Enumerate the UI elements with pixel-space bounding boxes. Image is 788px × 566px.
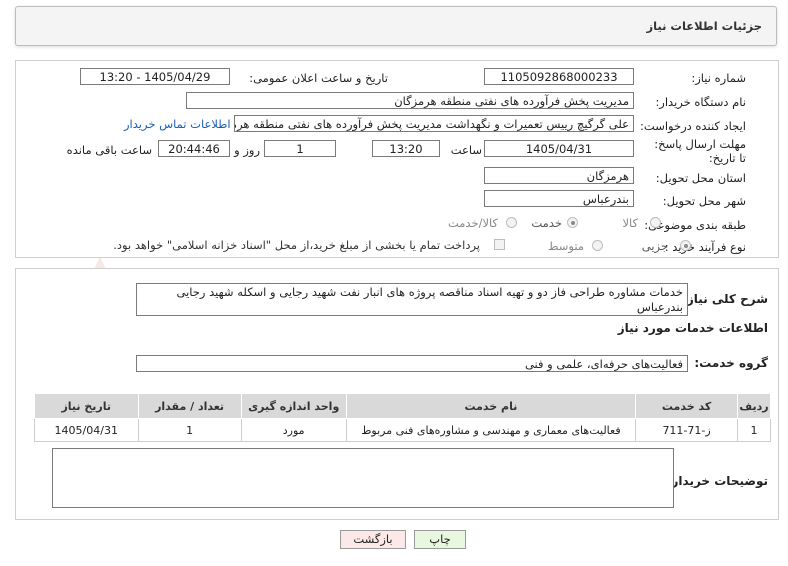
announce-datetime-field[interactable]: 1405/04/29 - 13:20 [80,68,230,85]
buyer-org-label: نام دستگاه خریدار: [655,95,746,109]
col-header-service-name: نام خدمت [345,393,637,419]
col-header-row-number: ردیف [737,393,771,419]
col-header-unit: واحد اندازه گیری [240,393,347,419]
deadline-date-field[interactable]: 1405/04/31 [484,140,634,157]
purchase-type-minor-label: جزیی [641,239,668,253]
back-button[interactable]: بازگشت [340,530,406,549]
need-number-field[interactable]: 1105092868000233 [484,68,634,85]
table-row: 1 ز-71-711 فعالیت‌های معماری و مهندسی و … [34,418,771,442]
need-number-label: شماره نیاز: [691,71,746,85]
cell-row-number: 1 [737,418,771,442]
category-goods-radio[interactable] [650,217,661,228]
summary-label: شرح کلی نیاز: [682,292,768,306]
category-service-radio[interactable] [567,217,578,228]
services-table: ردیف کد خدمت نام خدمت واحد اندازه گیری ت… [34,393,771,442]
summary-field[interactable]: خدمات مشاوره طراحی فاز دو و تهیه اسناد م… [136,283,688,316]
category-goods-label: کالا [622,216,638,230]
treasury-note: پرداخت تمام یا بخشی از مبلغ خرید،از محل … [113,238,480,252]
buyer-notes-field[interactable] [52,448,674,508]
print-button[interactable]: چاپ [414,530,466,549]
remaining-time-field[interactable]: 20:44:46 [158,140,230,157]
announce-datetime-label: تاریخ و ساعت اعلان عمومی: [249,71,388,85]
deadline-time-field[interactable]: 13:20 [372,140,440,157]
cell-quantity: 1 [137,418,242,442]
buyer-org-field[interactable]: مدیریت پخش فرآورده های نفتی منطقه هرمزگا… [186,92,634,109]
cell-need-date: 1405/04/31 [34,418,139,442]
buyer-contact-link[interactable]: اطلاعات تماس خریدار [124,117,231,131]
cell-service-code: ز-71-711 [635,418,739,442]
category-goods-service-label: کالا/خدمت [447,216,498,230]
purchase-type-label: نوع فرآیند خرید : [664,240,746,254]
purchase-type-medium-label: متوسط [547,239,584,253]
requester-field[interactable]: علی گرگیچ رییس تعمیرات و نگهداشت مدیریت … [234,115,634,132]
page-header: جزئیات اطلاعات نیاز [15,6,777,46]
purchase-type-minor-radio[interactable] [680,240,691,251]
treasury-checkbox[interactable] [494,239,505,250]
col-header-service-code: کد خدمت [635,393,739,419]
purchase-type-medium-radio[interactable] [592,240,603,251]
deadline-time-label: ساعت [450,143,482,157]
province-field[interactable]: هرمزگان [484,167,634,184]
services-heading: اطلاعات خدمات مورد نیاز [617,321,768,335]
city-field[interactable]: بندرعباس [484,190,634,207]
days-label: روز و [234,143,260,157]
services-table-header-row: ردیف کد خدمت نام خدمت واحد اندازه گیری ت… [34,393,771,419]
service-group-label: گروه خدمت: [694,356,768,370]
cell-service-name: فعالیت‌های معماری و مهندسی و مشاوره‌های … [345,418,637,442]
city-label: شهر محل تحویل: [662,194,746,208]
service-group-field[interactable]: فعالیت‌های حرفه‌ای، علمی و فنی [136,355,688,372]
deadline-days-field[interactable]: 1 [264,140,336,157]
col-header-quantity: تعداد / مقدار [137,393,242,419]
province-label: استان محل تحویل: [655,171,746,185]
buyer-notes-label: توضیحات خریدار: [666,474,768,488]
category-service-label: خدمت [531,216,562,230]
cell-unit: مورد [240,418,347,442]
category-goods-service-radio[interactable] [506,217,517,228]
col-header-need-date: تاریخ نیاز [34,393,139,419]
deadline-label: مهلت ارسال پاسخ: تا تاریخ: [654,137,746,165]
remaining-label: ساعت باقی مانده [66,143,152,157]
page-title: جزئیات اطلاعات نیاز [646,19,762,33]
requester-label: ایجاد کننده درخواست: [640,119,746,133]
